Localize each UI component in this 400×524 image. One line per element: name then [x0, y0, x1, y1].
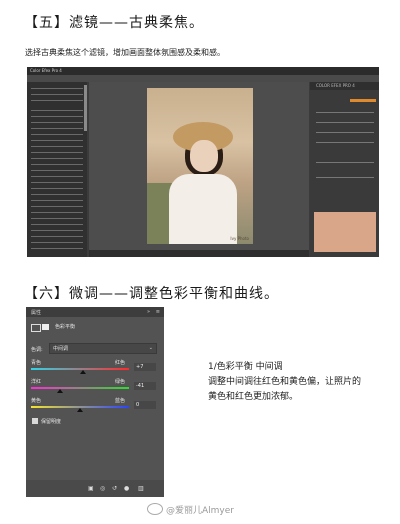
filter-item[interactable]	[31, 164, 83, 165]
filter-list-scrollbar[interactable]	[84, 85, 87, 131]
filter-item[interactable]	[31, 200, 83, 201]
adjustment-title: 色彩平衡	[55, 324, 76, 330]
color-balance-panel: 属性 » ≡ 色彩平衡 色调: 中间调 ⌄ 青色 红色 +7 洋红 绿色 -41…	[26, 307, 164, 497]
slider-red-label: 红色	[115, 360, 126, 366]
settings-slider[interactable]	[316, 112, 374, 113]
visibility-icon[interactable]: ●	[124, 485, 129, 492]
properties-tabbar: 属性 » ≡	[26, 307, 164, 317]
filter-item[interactable]	[31, 128, 83, 129]
photo-signature: Ivy Photo	[230, 236, 249, 241]
filter-item[interactable]	[31, 134, 83, 135]
watermark: @爱丽儿Almyer	[147, 503, 234, 516]
filter-list[interactable]	[27, 82, 87, 257]
clip-icon[interactable]: ▣	[88, 485, 94, 492]
preview-canvas: Ivy Photo	[89, 82, 309, 250]
slider-yellow-blue-value[interactable]: 0	[134, 401, 156, 409]
slider-magenta-label: 洋红	[31, 379, 42, 385]
settings-panel-title-text: COLOR EFEX PRO 4	[316, 83, 355, 88]
section5-description: 选择古典柔焦这个滤镜，增加画面整体氛围感及柔和感。	[25, 48, 225, 57]
properties-tab[interactable]: 属性	[31, 309, 41, 316]
filter-item[interactable]	[31, 176, 83, 177]
panel-menu-icon[interactable]: ≡	[156, 309, 160, 315]
photo-face	[190, 140, 218, 172]
filter-item[interactable]	[31, 206, 83, 207]
slider-green-label: 绿色	[115, 379, 126, 385]
filter-item[interactable]	[31, 218, 83, 219]
preserve-luminosity-checkbox[interactable]	[32, 418, 38, 424]
settings-panel-title: COLOR EFEX PRO 4	[310, 82, 379, 90]
color-balance-icon[interactable]	[31, 324, 41, 332]
loupe-preview	[314, 212, 376, 252]
adjustment-header: 色彩平衡	[26, 321, 164, 333]
slider-yellow-blue-value-text: 0	[136, 402, 140, 408]
settings-slider[interactable]	[316, 142, 374, 143]
slider-blue-label: 蓝色	[115, 398, 126, 404]
note-line-2: 调整中间调往红色和黄色偏，让照片的	[208, 377, 362, 387]
filter-item[interactable]	[31, 194, 83, 195]
panel-footer: ▣ ◎ ↺ ● ▥	[26, 480, 164, 497]
window-bottom-bar[interactable]	[89, 250, 309, 257]
filter-item[interactable]	[31, 110, 83, 111]
filter-item[interactable]	[31, 230, 83, 231]
preview-photo: Ivy Photo	[147, 88, 253, 244]
note-line-1: 1/色彩平衡 中间调	[208, 362, 283, 372]
filter-item[interactable]	[31, 122, 83, 123]
slider-magenta-green-track[interactable]	[31, 387, 129, 389]
eye-preview-icon[interactable]: ◎	[100, 485, 105, 492]
tone-dropdown-value: 中间调	[53, 346, 69, 352]
slider-cyan-red-value-text: +7	[136, 364, 144, 370]
filter-name-highlight	[350, 99, 376, 102]
filter-settings-panel: COLOR EFEX PRO 4	[310, 82, 379, 257]
filter-item[interactable]	[31, 100, 83, 101]
window-toolbar[interactable]	[27, 75, 379, 82]
filter-item[interactable]	[31, 94, 83, 95]
section5-title: 【五】滤镜——古典柔焦。	[24, 15, 204, 31]
slider-yellow-label: 黄色	[31, 398, 42, 404]
layer-mask-icon[interactable]	[42, 324, 49, 330]
filter-item[interactable]	[31, 236, 83, 237]
window-title: Color Efex Pro 4	[30, 68, 62, 73]
collapse-icon[interactable]: »	[147, 309, 150, 315]
adjustment-note: 1/色彩平衡 中间调 调整中间调往红色和黄色偏，让照片的 黄色和红色更加浓郁。	[208, 360, 388, 405]
reset-icon[interactable]: ↺	[112, 485, 117, 492]
settings-slider[interactable]	[316, 132, 374, 133]
slider-cyan-red-value[interactable]: +7	[134, 363, 156, 371]
slider-magenta-green-value-text: -41	[136, 383, 145, 389]
filter-item[interactable]	[31, 146, 83, 147]
watermark-text: @爱丽儿Almyer	[166, 506, 234, 516]
slider-magenta-green-value[interactable]: -41	[134, 382, 156, 390]
tone-dropdown[interactable]: 中间调 ⌄	[49, 343, 157, 354]
window-titlebar: Color Efex Pro 4	[27, 67, 379, 75]
settings-slider[interactable]	[316, 122, 374, 123]
settings-slider[interactable]	[316, 162, 374, 163]
weibo-icon	[147, 503, 163, 515]
slider-cyan-red-thumb[interactable]	[80, 370, 87, 374]
photo-sweater	[169, 174, 237, 244]
filter-item[interactable]	[31, 88, 83, 89]
filter-item[interactable]	[31, 152, 83, 153]
filter-item[interactable]	[31, 116, 83, 117]
filter-item[interactable]	[31, 212, 83, 213]
section6-title: 【六】微调——调整色彩平衡和曲线。	[24, 286, 279, 302]
color-efex-window: Color Efex Pro 4 Ivy Photo COLOR EFEX PR…	[27, 67, 379, 257]
filter-item[interactable]	[31, 182, 83, 183]
slider-cyan-label: 青色	[31, 360, 42, 366]
filter-item[interactable]	[31, 158, 83, 159]
slider-magenta-green-thumb[interactable]	[56, 389, 63, 393]
filter-item[interactable]	[31, 140, 83, 141]
slider-yellow-blue-thumb[interactable]	[77, 408, 83, 412]
trash-icon[interactable]: ▥	[138, 485, 144, 492]
preserve-luminosity-label: 保留明度	[41, 419, 62, 425]
settings-slider[interactable]	[316, 177, 374, 178]
note-line-3: 黄色和红色更加浓郁。	[208, 392, 299, 402]
tone-label: 色调:	[31, 347, 43, 353]
filter-item[interactable]	[31, 170, 83, 171]
filter-item[interactable]	[31, 242, 83, 243]
filter-item[interactable]	[31, 248, 83, 249]
filter-item[interactable]	[31, 188, 83, 189]
chevron-down-icon: ⌄	[148, 345, 153, 351]
filter-item[interactable]	[31, 224, 83, 225]
